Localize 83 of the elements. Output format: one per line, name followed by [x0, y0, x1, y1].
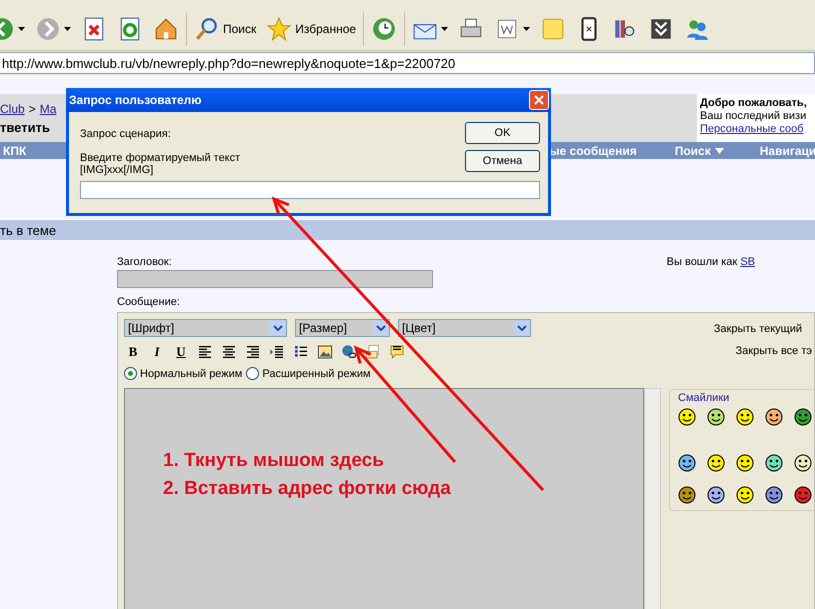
smilies-title: Смайлики	[678, 392, 730, 404]
radio-button[interactable]	[124, 367, 137, 380]
title-field[interactable]	[117, 270, 433, 288]
cancel-button[interactable]: Отмена	[465, 150, 540, 172]
radio-label[interactable]: Нормальный режим	[140, 368, 242, 380]
radio-button[interactable]	[246, 367, 260, 380]
format-button[interactable]	[316, 343, 334, 361]
chevron-down-icon	[517, 325, 527, 331]
breadcrumb-link[interactable]: Club	[0, 102, 25, 116]
smiley-icon[interactable]	[736, 486, 754, 504]
picture-icon	[317, 344, 333, 360]
ok-button[interactable]: OK	[465, 122, 540, 144]
smiley-icon[interactable]	[794, 486, 812, 504]
caret-icon	[523, 27, 530, 31]
caret-icon	[714, 148, 724, 154]
history-icon	[371, 16, 398, 42]
dropdown-select[interactable]: [Цвет]	[398, 319, 531, 337]
username-link[interactable]: SB	[740, 256, 755, 268]
section-title: ть в теме	[0, 222, 56, 238]
smiley-icon[interactable]	[707, 454, 725, 472]
breadcrumb-separator: >	[28, 102, 36, 116]
caret-icon	[18, 27, 25, 31]
smiley-icon[interactable]	[736, 454, 754, 472]
close-all-tags-link[interactable]: Закрыть все тэ	[736, 345, 812, 357]
caret-icon	[64, 27, 71, 31]
field-label: Сообщение:	[117, 296, 181, 308]
breadcrumb-link[interactable]: Ma	[40, 102, 56, 116]
format-button[interactable]	[244, 343, 262, 361]
toolbar-button[interactable]: Избранное	[263, 11, 360, 47]
format-button[interactable]	[268, 343, 286, 361]
format-button[interactable]	[388, 343, 406, 361]
dialog-title: Запрос пользователю	[69, 93, 202, 107]
format-button[interactable]	[220, 343, 238, 361]
logged-in-text: Вы вошли как SB	[666, 256, 755, 268]
smiley-icon[interactable]	[794, 408, 812, 426]
smiley-icon[interactable]	[765, 486, 783, 504]
message-textarea[interactable]	[124, 388, 644, 609]
private-messages-link[interactable]: Персональные сооб	[700, 123, 804, 135]
close-button[interactable]	[529, 90, 549, 110]
annotation-text: 1. Ткнуть мышом здесь	[163, 450, 385, 472]
align-left-icon	[197, 344, 213, 360]
smiley-icon[interactable]	[678, 454, 696, 472]
envelope-icon	[365, 344, 381, 360]
field-label: Заголовок:	[117, 256, 172, 268]
dialog-input[interactable]	[80, 181, 540, 199]
dropdown-select[interactable]: [Размер]	[295, 319, 390, 337]
scrollbar[interactable]	[644, 388, 661, 609]
format-button[interactable]	[340, 343, 358, 361]
indent-icon	[269, 344, 285, 360]
smiley-icon[interactable]	[707, 408, 725, 426]
annotation-text: 2. Вставить адрес фотки сюда	[163, 478, 451, 500]
smiley-icon[interactable]	[678, 486, 696, 504]
format-button[interactable]: B	[124, 343, 142, 361]
welcome-title: Добро пожаловать,	[700, 97, 807, 109]
radio-label[interactable]: Расширенный режим	[262, 368, 371, 380]
page-heading: тветить	[0, 120, 51, 135]
dropdown-select[interactable]: [Шрифт]	[124, 319, 287, 337]
align-right-icon	[245, 344, 261, 360]
address-field[interactable]: http://www.bmwclub.ru/vb/newreply.php?do=newreply&noquote=1&p=2200720	[0, 52, 815, 74]
toolbar-button[interactable]: Поиск	[191, 11, 260, 47]
format-button[interactable]: I	[148, 343, 166, 361]
globe-icon	[341, 344, 357, 360]
smiley-icon[interactable]	[736, 408, 754, 426]
close-current-tag-link[interactable]: Закрыть текущий	[714, 323, 802, 335]
chevron-down-icon	[273, 325, 283, 331]
align-center-icon	[221, 344, 237, 360]
close-icon	[534, 95, 544, 105]
smiley-icon[interactable]	[707, 486, 725, 504]
dialog-prompt: Введите форматируемый текст [IMG]xxx[/IMG]	[80, 152, 240, 176]
format-button[interactable]	[196, 343, 214, 361]
caret-icon	[441, 27, 448, 31]
smiley-icon[interactable]	[678, 408, 696, 426]
smiley-icon[interactable]	[765, 454, 783, 472]
note-icon	[540, 16, 566, 42]
star-icon	[266, 16, 292, 42]
dialog-caption: Запрос сценария:	[80, 128, 172, 140]
last-visit-text: Ваш последний визи	[700, 110, 806, 122]
chevron-down-icon	[376, 325, 386, 331]
format-button[interactable]: U	[172, 343, 190, 361]
speech-bubble-icon	[389, 344, 405, 360]
home-icon	[153, 16, 179, 42]
smiley-icon[interactable]	[794, 454, 812, 472]
smiley-icon[interactable]	[765, 408, 783, 426]
